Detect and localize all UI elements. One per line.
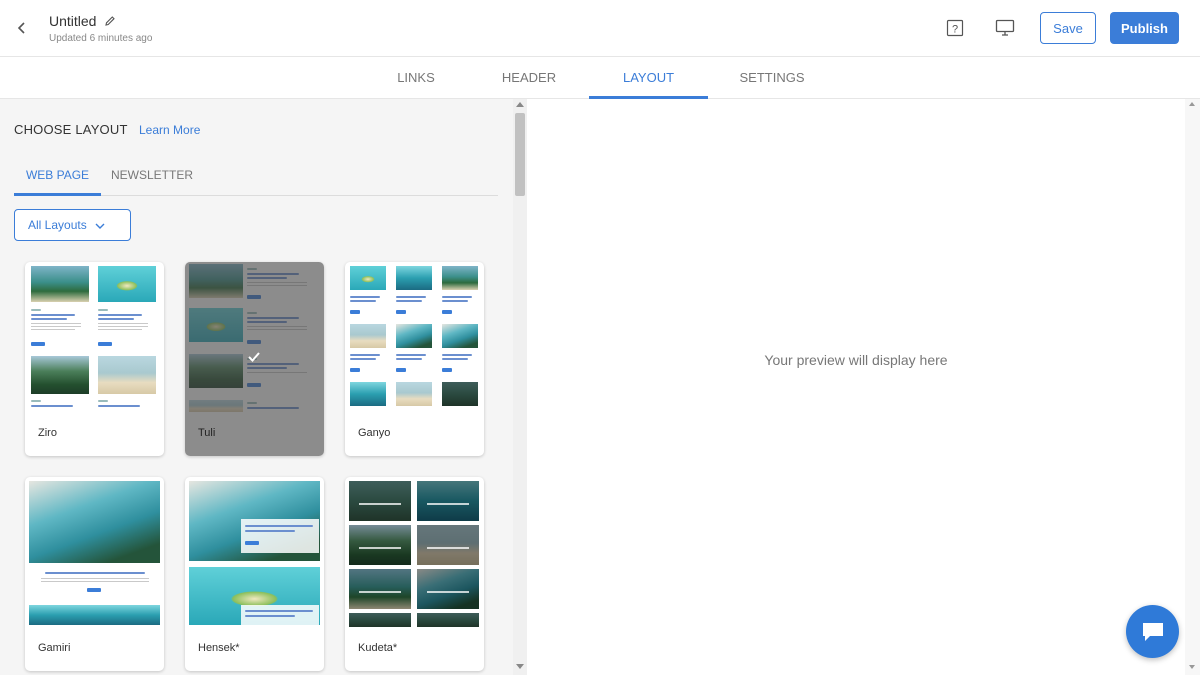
choose-layout-heading: CHOOSE LAYOUT (14, 122, 128, 137)
layout-thumbnail (25, 262, 164, 412)
app-root: Untitled Updated 6 minutes ago ? Save Pu… (0, 0, 1200, 675)
tab-layout[interactable]: LAYOUT (589, 57, 708, 99)
save-button[interactable]: Save (1040, 12, 1096, 44)
layout-card-name: Tuli (198, 427, 216, 439)
layout-thumbnail (345, 262, 484, 412)
chevron-down-icon (95, 218, 105, 232)
layout-card-gamiri[interactable]: Gamiri (25, 477, 164, 671)
layout-card-tuli[interactable]: Tuli (185, 262, 324, 456)
document-title-block: Untitled Updated 6 minutes ago (49, 13, 152, 44)
layout-thumbnail (185, 477, 324, 627)
layout-thumbnail (345, 477, 484, 627)
layout-sub-tabs: WEB PAGE NEWSLETTER (14, 161, 498, 196)
scrollbar-thumb[interactable] (515, 113, 525, 196)
svg-text:?: ? (952, 24, 958, 36)
layout-filter-value: All Layouts (28, 218, 87, 232)
pencil-icon[interactable] (104, 15, 116, 27)
preview-area: Your preview will display here (527, 99, 1185, 675)
scroll-up-arrow-icon[interactable] (516, 102, 524, 107)
main-tabs: LINKS HEADER LAYOUT SETTINGS (0, 57, 1200, 99)
layout-card-ganyo[interactable]: Ganyo (345, 262, 484, 456)
layout-filter-dropdown[interactable]: All Layouts (14, 209, 131, 241)
layout-thumbnail (25, 477, 164, 627)
layout-card-name: Gamiri (38, 642, 71, 654)
tab-newsletter[interactable]: NEWSLETTER (110, 161, 194, 195)
updated-timestamp: Updated 6 minutes ago (49, 33, 153, 44)
top-bar: Untitled Updated 6 minutes ago ? Save Pu… (0, 0, 1200, 57)
publish-button[interactable]: Publish (1110, 12, 1179, 44)
checkmark-icon (247, 350, 261, 364)
tab-links[interactable]: LINKS (381, 57, 451, 98)
learn-more-link[interactable]: Learn More (139, 123, 200, 137)
layout-panel-scrollbar[interactable] (513, 99, 527, 675)
tab-web-page[interactable]: WEB PAGE (14, 161, 101, 196)
monitor-icon[interactable] (995, 19, 1015, 37)
layout-card-name: Ziro (38, 427, 57, 439)
layout-card-name: Ganyo (358, 427, 391, 439)
chat-bubble-icon[interactable] (1126, 605, 1179, 658)
scroll-up-arrow-icon[interactable] (1189, 102, 1195, 106)
layout-card-kudeta[interactable]: Kudeta* (345, 477, 484, 671)
document-title[interactable]: Untitled (49, 13, 96, 29)
back-arrow-icon[interactable] (12, 18, 32, 38)
preview-scrollbar[interactable] (1185, 99, 1200, 675)
layout-card-name: Hensek* (198, 642, 240, 654)
preview-placeholder: Your preview will display here (764, 352, 948, 368)
help-icon[interactable]: ? (946, 19, 964, 37)
tab-header[interactable]: HEADER (490, 57, 568, 98)
layout-card-ziro[interactable]: Ziro (25, 262, 164, 456)
layout-panel: CHOOSE LAYOUT Learn More WEB PAGE NEWSLE… (0, 99, 513, 675)
layout-card-hensek[interactable]: Hensek* (185, 477, 324, 671)
tab-settings[interactable]: SETTINGS (730, 57, 814, 98)
layout-card-name: Kudeta* (358, 642, 398, 654)
scroll-down-arrow-icon[interactable] (516, 664, 524, 669)
scroll-down-arrow-icon[interactable] (1189, 665, 1195, 669)
